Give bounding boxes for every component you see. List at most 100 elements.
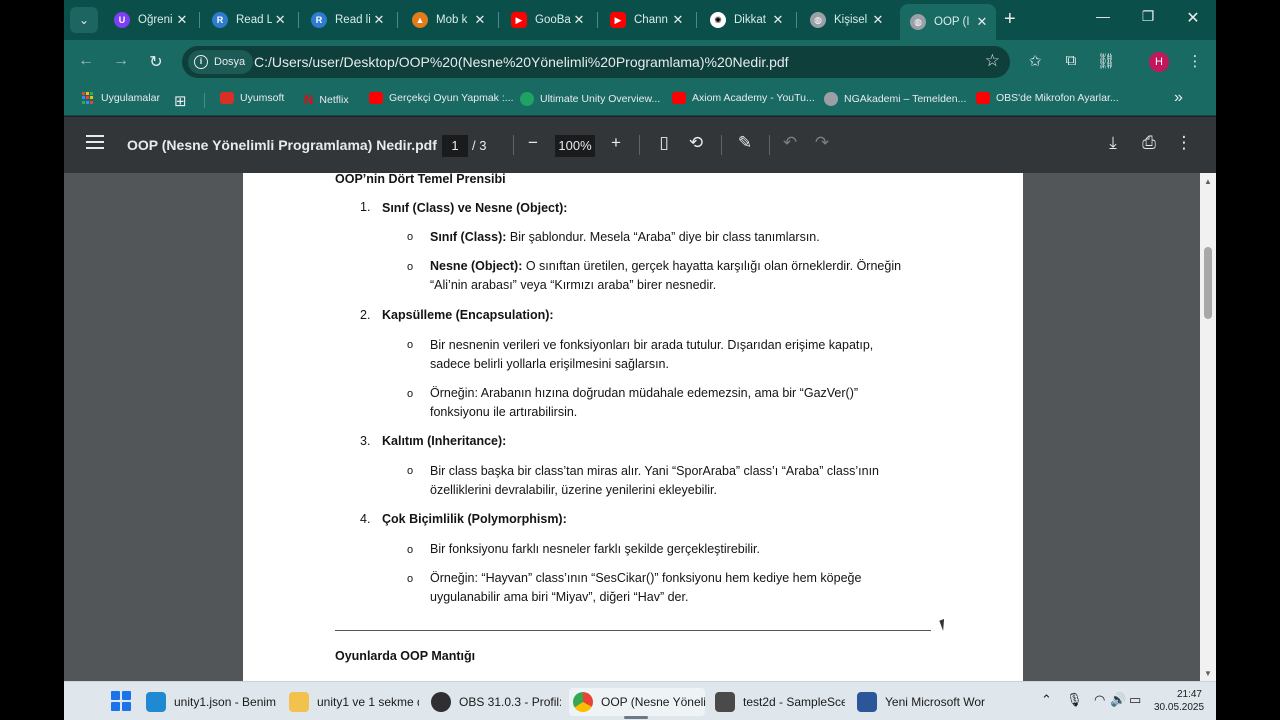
- site-info-chip[interactable]: i Dosya: [188, 50, 254, 74]
- tab-groups-button[interactable]: ⊞: [174, 92, 187, 110]
- close-icon[interactable]: ✕: [974, 14, 990, 30]
- bookmark-unity-overview[interactable]: Ultimate Unity Overview...: [520, 92, 660, 106]
- address-bar[interactable]: i Dosya C:/Users/user/Desktop/OOP%20(Nes…: [182, 46, 1010, 78]
- tab-divider: [498, 12, 499, 28]
- bullet-line: Bir fonksiyonu farklı nesneler farklı şe…: [430, 542, 760, 556]
- close-icon[interactable]: ✕: [571, 12, 587, 28]
- youtube-icon: [976, 92, 990, 104]
- battery-icon[interactable]: ▭: [1129, 692, 1141, 708]
- close-icon[interactable]: ✕: [272, 12, 288, 28]
- zoom-in-button[interactable]: +: [604, 133, 628, 153]
- translate-icon[interactable]: ⧉: [1059, 52, 1083, 69]
- list-number: 1.: [360, 200, 371, 214]
- redo-icon[interactable]: ↷: [810, 133, 834, 153]
- close-icon[interactable]: ✕: [670, 12, 686, 28]
- undo-icon[interactable]: ↶: [778, 133, 802, 153]
- bookmark-uyumsoft[interactable]: Uyumsoft: [220, 92, 284, 104]
- tab-search-button[interactable]: ⌄: [70, 7, 98, 33]
- tab-dikkat[interactable]: ✺ Dikkat ✕: [700, 4, 792, 36]
- pdf-viewport[interactable]: OOP’nin Dört Temel Prensibi 1. Sınıf (Cl…: [64, 173, 1200, 681]
- close-icon[interactable]: ✕: [870, 12, 886, 28]
- taskbar-app-obs[interactable]: OBS 31.0.3 - Profil: İ: [431, 688, 561, 716]
- tab-channel[interactable]: ▶ Chann ✕: [600, 4, 692, 36]
- fit-page-icon[interactable]: ▯: [652, 133, 676, 153]
- bullet-marker: o: [407, 388, 414, 400]
- minimize-button[interactable]: —: [1088, 8, 1118, 24]
- tab-gooba[interactable]: ▶ GooBa ✕: [501, 4, 593, 36]
- zoom-out-button[interactable]: −: [521, 133, 545, 153]
- taskbar-app-explorer[interactable]: unity1 ve 1 sekme d: [289, 688, 419, 716]
- bookmark-divider: [204, 93, 205, 108]
- back-button[interactable]: ←: [74, 52, 98, 70]
- youtube-icon: [369, 92, 383, 104]
- close-icon[interactable]: ✕: [472, 12, 488, 28]
- tab-read-1[interactable]: R Read L ✕: [202, 4, 294, 36]
- bookmark-ngakademi[interactable]: NGAkademi – Temelden...: [824, 92, 966, 106]
- principle-heading: Çok Biçimlilik (Polymorphism):: [382, 512, 567, 526]
- toolbar-divider: [639, 135, 640, 155]
- rotate-icon[interactable]: ⟲: [684, 133, 708, 153]
- bookmark-gercekci-oyun[interactable]: Gerçekçi Oyun Yapmak :...: [369, 92, 514, 104]
- close-window-button[interactable]: ✕: [1178, 8, 1208, 28]
- bookmark-obs-mikrofon[interactable]: OBS'de Mikrofon Ayarlar...: [976, 92, 1119, 104]
- bookmark-star-icon[interactable]: ☆: [985, 51, 1000, 71]
- more-options-icon[interactable]: ⋮: [1172, 133, 1196, 153]
- pdf-toolbar: OOP (Nesne Yönelimli Programlama) Nedir.…: [64, 117, 1216, 173]
- bullet-line: özelliklerini devralabilir, üzerine yeni…: [430, 483, 717, 497]
- share-link-icon[interactable]: ⛓: [1094, 52, 1118, 70]
- show-hidden-icons-chevron-icon[interactable]: ⌃: [1041, 692, 1052, 708]
- tab-kisisel[interactable]: ◍ Kişisel ✕: [800, 4, 892, 36]
- pdf-scrollbar[interactable]: ▲ ▼: [1200, 173, 1216, 681]
- page-number-input[interactable]: 1: [442, 135, 468, 157]
- windows-start-icon[interactable]: [111, 691, 131, 711]
- tab-read-2[interactable]: R Read li ✕: [301, 4, 393, 36]
- annotate-pen-icon[interactable]: ✎: [733, 133, 757, 153]
- taskbar-app-unity[interactable]: test2d - SampleSce: [715, 688, 845, 716]
- tab-udemy[interactable]: U Öğreni ✕: [104, 4, 196, 36]
- wifi-icon[interactable]: ◠: [1094, 692, 1105, 708]
- download-icon[interactable]: ⤓: [1101, 133, 1125, 153]
- tab-label: Öğreni: [138, 14, 173, 26]
- url-text[interactable]: C:/Users/user/Desktop/OOP%20(Nesne%20Yön…: [254, 54, 789, 70]
- reader-icon: R: [311, 12, 327, 28]
- forward-button[interactable]: →: [109, 52, 133, 70]
- taskbar-app-word[interactable]: Yeni Microsoft Wor: [857, 688, 987, 716]
- taskbar-app-vscode[interactable]: unity1.json - Benim:: [146, 688, 276, 716]
- print-icon[interactable]: ⎙: [1137, 133, 1161, 153]
- scroll-down-icon[interactable]: ▼: [1204, 669, 1212, 678]
- close-icon[interactable]: ✕: [770, 12, 786, 28]
- reload-button[interactable]: ↻: [144, 52, 168, 72]
- close-icon[interactable]: ✕: [174, 12, 190, 28]
- tab-oop-pdf[interactable]: ◍ OOP (I ✕: [900, 4, 996, 40]
- scrollbar-thumb[interactable]: [1204, 247, 1212, 319]
- menu-kebab-icon[interactable]: ⋮: [1183, 52, 1207, 70]
- volume-icon[interactable]: 🔊: [1110, 692, 1126, 708]
- taskbar-app-chrome[interactable]: OOP (Nesne Yönelii: [569, 688, 705, 716]
- tab-mob[interactable]: ▲ Mob k ✕: [402, 4, 494, 36]
- new-tab-button[interactable]: +: [1004, 8, 1016, 30]
- taskbar-app-label: test2d - SampleSce: [743, 695, 845, 709]
- zoom-level-input[interactable]: 100%: [555, 135, 595, 157]
- bullet-marker: o: [407, 573, 414, 585]
- pdf-menu-icon[interactable]: [86, 135, 104, 153]
- active-app-indicator: [624, 716, 648, 719]
- bullet-marker: o: [407, 544, 414, 556]
- game-icon: ▲: [412, 12, 428, 28]
- system-clock[interactable]: 21:47 30.05.2025: [1154, 688, 1204, 714]
- browser-window: ⌄ U Öğreni ✕ R Read L ✕ R Read li ✕ ▲ Mo…: [64, 0, 1216, 720]
- windows-taskbar: unity1.json - Benim: unity1 ve 1 sekme d…: [64, 681, 1216, 720]
- more-bookmarks-chevron-icon[interactable]: »: [1174, 89, 1183, 107]
- profile-avatar[interactable]: H: [1149, 52, 1169, 72]
- globe-icon: [824, 92, 838, 106]
- bookmark-apps[interactable]: Uygulamalar: [82, 92, 160, 104]
- close-icon[interactable]: ✕: [371, 12, 387, 28]
- maximize-button[interactable]: ❐: [1133, 8, 1163, 25]
- bullet-line: Örneğin: Arabanın hızına doğrudan müdaha…: [430, 386, 859, 400]
- principle-heading: Kalıtım (Inheritance):: [382, 434, 507, 448]
- bookmark-netflix[interactable]: N Netflix: [304, 92, 349, 107]
- reading-list-icon[interactable]: ✩: [1023, 52, 1047, 70]
- tab-strip: ⌄ U Öğreni ✕ R Read L ✕ R Read li ✕ ▲ Mo…: [64, 0, 1216, 40]
- bookmark-axiom-academy[interactable]: Axiom Academy - YouTu...: [672, 92, 815, 104]
- microphone-icon[interactable]: 🎙: [1066, 692, 1083, 708]
- scroll-up-icon[interactable]: ▲: [1204, 177, 1212, 186]
